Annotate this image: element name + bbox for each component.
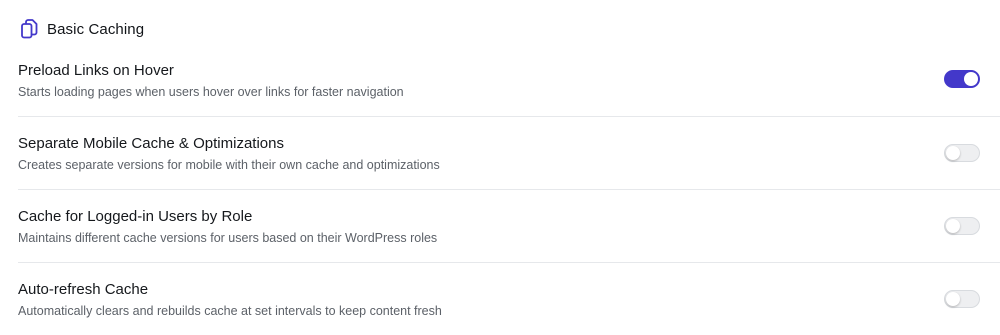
logged-in-cache-toggle[interactable] — [944, 217, 980, 235]
setting-description: Automatically clears and rebuilds cache … — [18, 304, 442, 318]
toggle-knob — [964, 72, 978, 86]
toggle-knob — [946, 292, 960, 306]
setting-title: Preload Links on Hover — [18, 62, 174, 79]
setting-row-auto-refresh-cache: Auto-refresh Cache Automatically clears … — [0, 281, 980, 321]
setting-row-logged-in-cache: Cache for Logged-in Users by Role Mainta… — [0, 208, 980, 248]
divider — [18, 189, 1000, 190]
separate-mobile-cache-toggle[interactable] — [944, 144, 980, 162]
setting-title: Auto-refresh Cache — [18, 281, 149, 298]
setting-title: Cache for Logged-in Users by Role — [18, 208, 253, 225]
setting-row-separate-mobile-cache: Separate Mobile Cache & Optimizations Cr… — [0, 135, 980, 175]
setting-row-preload-links: Preload Links on Hover Starts loading pa… — [0, 62, 980, 102]
toggle-knob — [946, 219, 960, 233]
auto-refresh-cache-toggle[interactable] — [944, 290, 980, 308]
setting-description: Starts loading pages when users hover ov… — [18, 85, 404, 99]
setting-description: Maintains different cache versions for u… — [18, 231, 438, 245]
basic-caching-panel: Basic Caching Preload Links on Hover Sta… — [0, 0, 1000, 335]
toggle-knob — [946, 146, 960, 160]
setting-title: Separate Mobile Cache & Optimizations — [18, 135, 284, 152]
divider — [18, 262, 1000, 263]
divider — [18, 116, 1000, 117]
section-title: Basic Caching — [47, 20, 145, 38]
preload-links-toggle[interactable] — [944, 70, 980, 88]
setting-description: Creates separate versions for mobile wit… — [18, 158, 440, 172]
copy-icon — [20, 19, 38, 39]
section-header: Basic Caching — [20, 19, 144, 39]
